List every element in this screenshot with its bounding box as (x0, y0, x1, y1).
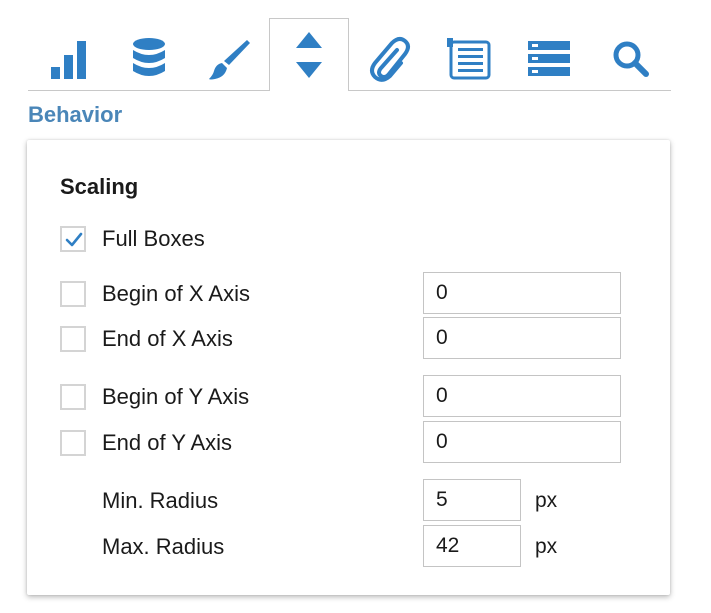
begin-y-checkbox[interactable] (60, 384, 86, 410)
tab-chart[interactable] (32, 28, 106, 90)
end-x-label: End of X Axis (102, 326, 233, 351)
search-icon (613, 41, 649, 77)
tab-behavior[interactable] (269, 18, 349, 91)
end-y-checkbox[interactable] (60, 430, 86, 456)
toolbar-divider (28, 90, 671, 91)
numbered-list-icon (447, 38, 491, 80)
bar-chart-icon (51, 41, 86, 79)
full-boxes-label: Full Boxes (102, 226, 205, 251)
begin-x-checkbox[interactable] (60, 281, 86, 307)
scaling-panel: Scaling Full Boxes Begin of X Axis End o… (27, 140, 670, 595)
max-radius-input[interactable] (423, 525, 521, 567)
end-y-input[interactable] (423, 421, 621, 463)
panel-title: Scaling (60, 174, 139, 199)
end-y-row: End of Y Axis (60, 430, 360, 464)
tab-data[interactable] (112, 28, 186, 90)
tab-attachments[interactable] (352, 28, 426, 90)
tab-style[interactable] (192, 28, 266, 90)
min-radius-row: Min. Radius (60, 488, 360, 522)
min-radius-unit: px (535, 489, 558, 512)
end-x-input[interactable] (423, 317, 621, 359)
up-down-arrows-icon (296, 32, 322, 78)
full-boxes-row: Full Boxes (60, 226, 360, 260)
toolbar (28, 18, 671, 92)
database-icon (133, 38, 165, 76)
min-radius-input[interactable] (423, 479, 521, 521)
max-radius-row: Max. Radius (60, 534, 360, 568)
tab-list[interactable] (432, 28, 506, 90)
end-x-row: End of X Axis (60, 326, 360, 360)
min-radius-label: Min. Radius (102, 488, 219, 513)
begin-y-input[interactable] (423, 375, 621, 417)
begin-x-input[interactable] (423, 272, 621, 314)
section-title: Behavior (28, 102, 123, 127)
begin-y-label: Begin of Y Axis (102, 384, 250, 409)
end-y-label: End of Y Axis (102, 430, 233, 455)
full-boxes-checkbox[interactable] (60, 226, 86, 252)
max-radius-label: Max. Radius (102, 534, 225, 559)
checkmark-icon (65, 232, 83, 247)
brush-icon (209, 40, 250, 80)
server-stack-icon (528, 41, 570, 76)
begin-y-row: Begin of Y Axis (60, 384, 360, 418)
tab-search[interactable] (594, 28, 668, 90)
max-radius-unit: px (535, 535, 558, 558)
begin-x-label: Begin of X Axis (102, 281, 250, 306)
tab-layout[interactable] (512, 28, 586, 90)
end-x-checkbox[interactable] (60, 326, 86, 352)
paperclip-icon (370, 36, 410, 82)
begin-x-row: Begin of X Axis (60, 281, 360, 315)
